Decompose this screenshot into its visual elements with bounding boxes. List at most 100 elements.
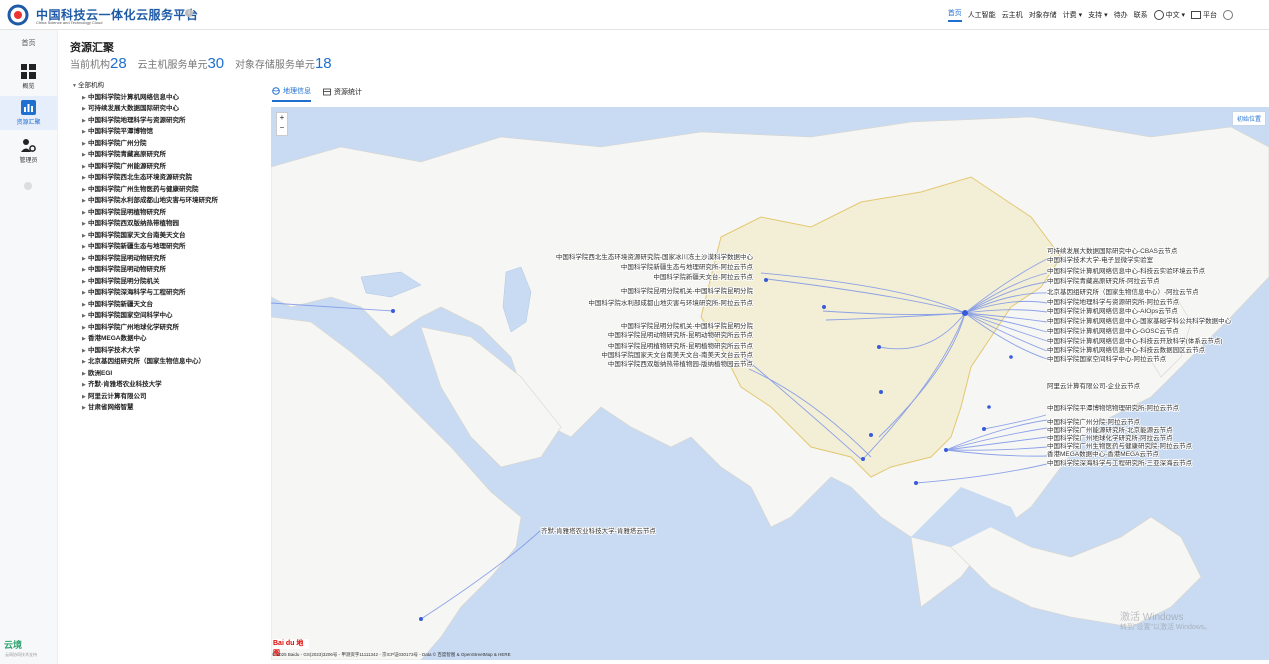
tree-item-label: 中国科学院昆明植物研究所 bbox=[88, 208, 166, 216]
tree-item[interactable]: ▶ 欧洲EGI bbox=[72, 368, 272, 380]
nav-language[interactable]: 中文 ▾ bbox=[1153, 10, 1186, 21]
stats-summary: 当前机构28 云主机服务单元30 对象存储服务单元18 bbox=[70, 55, 340, 72]
tree-item[interactable]: ▶ 中国科学院新疆天文台 bbox=[72, 299, 272, 311]
stat-label: 当前机构 bbox=[70, 60, 110, 71]
tree-item[interactable]: ▶ 中国科学院西北生态环境资源研究院 bbox=[72, 172, 272, 184]
zoom-in-button[interactable]: + bbox=[277, 113, 287, 123]
map-label: 中国科学院新疆生态与地理研究所-阿拉云节点 bbox=[621, 262, 754, 271]
tree-item[interactable]: ▶ 中国科学院计算机网络信息中心 bbox=[72, 92, 272, 104]
tree-item-label: 中国科学院广州地球化学研究所 bbox=[88, 323, 179, 331]
tree-items: ▶ 中国科学院计算机网络信息中心 ▶ 可持续发展大数据国际研究中心 ▶ 中国科学院地理科学… bbox=[72, 92, 272, 414]
brand-subtitle: China Science and Technology Cloud bbox=[36, 20, 103, 25]
tree-item-label: 中国科学院昆明分院机关 bbox=[88, 277, 160, 285]
tab-resource-stats[interactable]: 资源统计 bbox=[323, 82, 362, 102]
map-label: 中国科学技术大学-电子显微学实验室 bbox=[1047, 255, 1154, 264]
map-label: 中国科学院广州能源研究所-北京能源云节点 bbox=[1047, 425, 1173, 434]
tree-item-label: 中国科学院新疆生态与地理研究所 bbox=[88, 243, 186, 250]
nav-todo[interactable]: 待办 bbox=[1114, 10, 1128, 20]
zoom-out-button[interactable]: − bbox=[277, 123, 287, 133]
nav-ai[interactable]: 人工智能 bbox=[968, 10, 996, 20]
tree-item[interactable]: ▶ 中国科学技术大学 bbox=[72, 345, 272, 357]
sidebar-item-admin[interactable]: 管理员 bbox=[0, 134, 57, 168]
globe-icon bbox=[272, 87, 280, 95]
stat-label: 云主机服务单元 bbox=[137, 60, 208, 71]
stat-value: 30 bbox=[207, 55, 225, 72]
tree-item[interactable]: ▶ 中国科学院平潭博物馆 bbox=[72, 126, 272, 138]
sidebar: 首页 概览 资源汇聚 管理员 云境 云网协同技术支持 bbox=[0, 30, 58, 664]
sidebar-item-label: 概览 bbox=[22, 84, 35, 90]
tree-item[interactable]: ▶ 香港MEGA数据中心 bbox=[72, 333, 272, 345]
nav-billing[interactable]: 计费 ▾ bbox=[1063, 10, 1082, 20]
tree-item[interactable]: ▶ 北京基因组研究所（国家生物信息中心） bbox=[72, 356, 272, 368]
view-tabs: 地理信息 资源统计 bbox=[272, 82, 362, 102]
nav-home[interactable]: 首页 bbox=[947, 8, 962, 22]
map-copyright: © 2025 Baidu - GS(2023)3206号 - 甲测资字11111… bbox=[272, 652, 511, 657]
tree-item[interactable]: ▶ 齐默-肯雅塔农业科技大学 bbox=[72, 379, 272, 391]
map-label: 中国科学院计算机网络信息中心-科技云开放科学(体系云节点) bbox=[1047, 336, 1223, 345]
tree-item[interactable]: ▶ 中国科学院西双版纳热带植物园 bbox=[72, 218, 272, 230]
chevron-down-icon: ▾ bbox=[1181, 11, 1186, 19]
sidebar-item-overview[interactable]: 概览 bbox=[0, 60, 57, 94]
tree-item[interactable]: ▶ 中国科学院昆明植物研究所 bbox=[72, 207, 272, 219]
map-label: 中国科学院昆明植物研究所-昆明植物研究所云节点 bbox=[608, 341, 754, 350]
tree-item-label: 中国科学院平潭博物馆 bbox=[88, 128, 153, 135]
map-label: 中国科学院青藏高原研究所-阿拉云节点 bbox=[1047, 276, 1160, 285]
admin-gear-icon bbox=[21, 139, 36, 152]
tree-item[interactable]: ▶ 中国科学院广州地球化学研究所 bbox=[72, 322, 272, 334]
tree-item-label: 中国科学院计算机网络信息中心 bbox=[88, 93, 179, 101]
tree-item[interactable]: ▶ 中国科学院地理科学与资源研究所 bbox=[72, 115, 272, 127]
sidebar-home[interactable]: 首页 bbox=[0, 38, 57, 48]
tree-item[interactable]: ▶ 中国科学院国家天文台南美天文台 bbox=[72, 230, 272, 242]
tree-item-label: 阿里云计算有限公司 bbox=[88, 392, 147, 400]
map-label: 中国科学院昆明动物研究所-昆明动物研究所云节点 bbox=[608, 330, 754, 339]
tree-item[interactable]: ▶ 中国科学院广州生物医药与健康研究院 bbox=[72, 184, 272, 196]
tree-item[interactable]: ▶ 阿里云计算有限公司 bbox=[72, 391, 272, 403]
tree-item[interactable]: ▶ 中国科学院昆明动物研究所 bbox=[72, 264, 272, 276]
map-canvas[interactable]: 中国科学院西北生态环境资源研究院-国家冰川冻土沙漠科学数据中心中国科学院新疆生态… bbox=[271, 107, 1269, 660]
tree-item-label: 中国科学技术大学 bbox=[88, 346, 140, 354]
nav-object-storage[interactable]: 对象存储 bbox=[1029, 10, 1057, 20]
stat-value: 28 bbox=[110, 55, 127, 72]
chevron-down-icon: ▾ bbox=[1104, 12, 1108, 19]
info-icon[interactable]: i bbox=[185, 9, 193, 17]
user-menu[interactable] bbox=[1223, 10, 1233, 20]
org-tree: ▼全部机构 ▶ 中国科学院计算机网络信息中心 ▶ 可持续发展大数据国际研究中心 ▶ 中国科… bbox=[72, 80, 272, 414]
tree-item[interactable]: ▶ 中国科学院深海科学与工程研究所 bbox=[72, 287, 272, 299]
map-label: 中国科学院深海科学与工程研究所-三亚深海云节点 bbox=[1047, 458, 1193, 467]
sidebar-item-label: 资源汇聚 bbox=[16, 120, 41, 126]
tree-item[interactable]: ▶ 中国科学院国家空间科学中心 bbox=[72, 310, 272, 322]
zoom-control[interactable]: + − bbox=[276, 112, 288, 136]
tree-item[interactable]: ▶ 中国科学院新疆生态与地理研究所 bbox=[72, 241, 272, 253]
nav-support[interactable]: 支持 ▾ bbox=[1088, 10, 1107, 20]
reset-position-button[interactable]: 初始位置 bbox=[1232, 111, 1267, 126]
map-view[interactable]: 中国科学院西北生态环境资源研究院-国家冰川冻土沙漠科学数据中心 中国科学院新疆生态… bbox=[271, 107, 1269, 660]
map-label: 阿里云计算有限公司-企业云节点 bbox=[1047, 381, 1141, 390]
grid-icon bbox=[21, 64, 36, 79]
map-label: 中国科学院广州分院-阿拉云节点 bbox=[1047, 417, 1141, 426]
tree-item[interactable]: ▶ 中国科学院广州能源研究所 bbox=[72, 161, 272, 173]
tree-item[interactable]: ▶ 可持续发展大数据国际研究中心 bbox=[72, 103, 272, 115]
tree-item[interactable]: ▶ 中国科学院青藏高原研究所 bbox=[72, 149, 272, 161]
tree-root-label: 全部机构 bbox=[78, 82, 104, 89]
collapse-dot-icon[interactable] bbox=[24, 182, 32, 190]
tree-root[interactable]: ▼全部机构 bbox=[72, 80, 272, 92]
tree-item[interactable]: ▶ 中国科学院昆明分院机关 bbox=[72, 276, 272, 288]
tree-item[interactable]: ▶ 中国科学院水利部成都山地灾害与环境研究所 bbox=[72, 195, 272, 207]
tree-item[interactable]: ▶ 甘肃省网络智慧 bbox=[72, 402, 272, 414]
bar-chart-icon bbox=[21, 100, 36, 115]
tree-item-label: 中国科学院西双版纳热带植物园 bbox=[88, 220, 179, 227]
map-label: 中国科学院计算机网络信息中心-科技云数据园区云节点 bbox=[1047, 345, 1206, 354]
tab-geo-info[interactable]: 地理信息 bbox=[272, 82, 311, 102]
top-nav: 首页 人工智能 云主机 对象存储 计费 ▾ 支持 ▾ 待办 联系 中文 ▾ 平台 bbox=[947, 0, 1233, 30]
map-label: 中国科学院广州生物医药与健康研究院-阿拉云节点 bbox=[1047, 441, 1193, 450]
tree-item-label: 中国科学院国家天文台南美天文台 bbox=[88, 231, 186, 239]
map-label: 中国科学院平潭博物馆物理研究所-阿拉云节点 bbox=[1047, 403, 1180, 412]
tree-item[interactable]: ▶ 中国科学院广州分院 bbox=[72, 138, 272, 150]
tree-item[interactable]: ▶ 中国科学院昆明动物研究所 bbox=[72, 253, 272, 265]
windows-watermark-sub: 转到"设置"以激活 Windows。 bbox=[1120, 624, 1212, 631]
map-label: 北京基因组研究所（国家生物信息中心）-阿拉云节点 bbox=[1047, 287, 1199, 296]
nav-contact[interactable]: 联系 bbox=[1134, 10, 1148, 20]
sidebar-item-resources[interactable]: 资源汇聚 bbox=[0, 96, 57, 130]
nav-cloud-host[interactable]: 云主机 bbox=[1002, 10, 1023, 20]
nav-platform[interactable]: 平台 bbox=[1191, 10, 1217, 20]
